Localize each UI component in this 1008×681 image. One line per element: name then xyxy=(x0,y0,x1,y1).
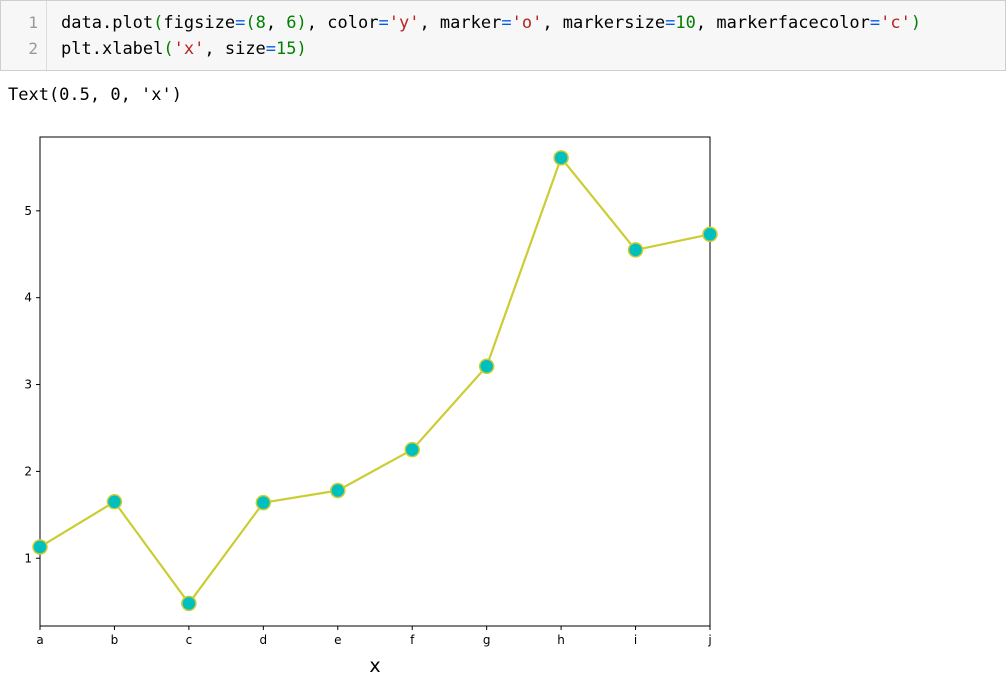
cell-output-text: Text(0.5, 0, 'x') xyxy=(8,85,182,105)
code-token: color xyxy=(327,13,379,33)
code-token: , xyxy=(695,13,717,33)
code-token: = xyxy=(265,39,277,59)
x-tick-label: g xyxy=(483,633,491,647)
code-token: xlabel xyxy=(101,39,164,59)
code-token: plt xyxy=(61,39,92,59)
code-token: 15 xyxy=(276,39,297,59)
code-token: , xyxy=(204,39,225,59)
code-token: 10 xyxy=(675,13,696,33)
plot-frame xyxy=(39,136,711,627)
x-tick-label: b xyxy=(111,633,119,647)
code-token: ( xyxy=(153,13,164,33)
data-point xyxy=(627,242,644,258)
code-token: ( xyxy=(163,39,174,59)
code-cell[interactable]: 1 2 data.plot(figsize=(8, 6), color='y',… xyxy=(0,0,1006,71)
code-token: = xyxy=(378,13,389,33)
code-token: ) xyxy=(296,13,307,33)
line-number-gutter: 1 2 xyxy=(1,1,47,70)
data-point xyxy=(255,494,272,511)
data-point xyxy=(32,539,48,555)
code-token: , xyxy=(419,13,440,33)
data-point xyxy=(330,482,346,499)
y-tick-label: 2 xyxy=(24,464,32,478)
data-point xyxy=(106,494,123,510)
code-token: 'x' xyxy=(173,39,205,59)
data-point xyxy=(181,595,197,612)
data-point xyxy=(404,441,420,458)
code-token: = xyxy=(235,13,246,33)
code-token: = xyxy=(665,13,676,33)
code-token: ) xyxy=(910,13,922,33)
code-token: , xyxy=(306,13,328,33)
y-tick-label: 5 xyxy=(24,204,32,218)
code-token: = xyxy=(869,13,881,33)
code-token: ) xyxy=(296,39,307,59)
code-token: ( xyxy=(245,13,256,33)
code-line: data.plot(figsize=(8, 6), color='y', mar… xyxy=(61,13,921,33)
data-point xyxy=(478,358,495,375)
code-line: plt.xlabel('x', size=15) xyxy=(61,39,307,59)
code-token: data xyxy=(61,13,102,33)
x-tick-label: h xyxy=(557,633,565,647)
data-point xyxy=(553,150,569,166)
code-token: size xyxy=(224,39,266,59)
line-number: 1 xyxy=(28,13,38,32)
code-token: . xyxy=(101,13,113,33)
code-token: 8 xyxy=(255,13,266,33)
x-tick-label: a xyxy=(36,633,43,647)
y-tick-label: 1 xyxy=(24,551,32,565)
code-token: , xyxy=(265,13,287,33)
x-tick-label: d xyxy=(260,633,268,647)
code-token: markersize xyxy=(562,13,666,33)
x-tick-label: c xyxy=(186,633,193,647)
code-token: 'y' xyxy=(388,13,420,33)
code-token: figsize xyxy=(163,13,236,33)
data-point xyxy=(702,226,718,243)
y-tick-label: 3 xyxy=(24,378,32,392)
code-token: . xyxy=(91,39,102,59)
line-chart: 1 2 3 4 5 a b c d e f g h i j x xyxy=(24,136,718,677)
y-tick-label: 4 xyxy=(24,291,32,305)
x-tick-label: e xyxy=(334,633,341,647)
code-token: markerfacecolor xyxy=(716,13,870,33)
code-token: plot xyxy=(112,13,154,33)
code-token: 'o' xyxy=(511,13,543,33)
x-tick-label: j xyxy=(707,633,711,647)
x-axis-label: x xyxy=(369,655,380,677)
code-token: marker xyxy=(439,13,502,33)
line-number: 2 xyxy=(28,39,38,58)
code-token: , xyxy=(542,13,563,33)
code-token: = xyxy=(501,13,512,33)
series-line xyxy=(39,156,711,605)
code-token: 6 xyxy=(286,13,297,33)
x-tick-label: f xyxy=(410,633,415,647)
code-token: 'c' xyxy=(880,13,911,33)
x-tick-label: i xyxy=(634,633,637,647)
